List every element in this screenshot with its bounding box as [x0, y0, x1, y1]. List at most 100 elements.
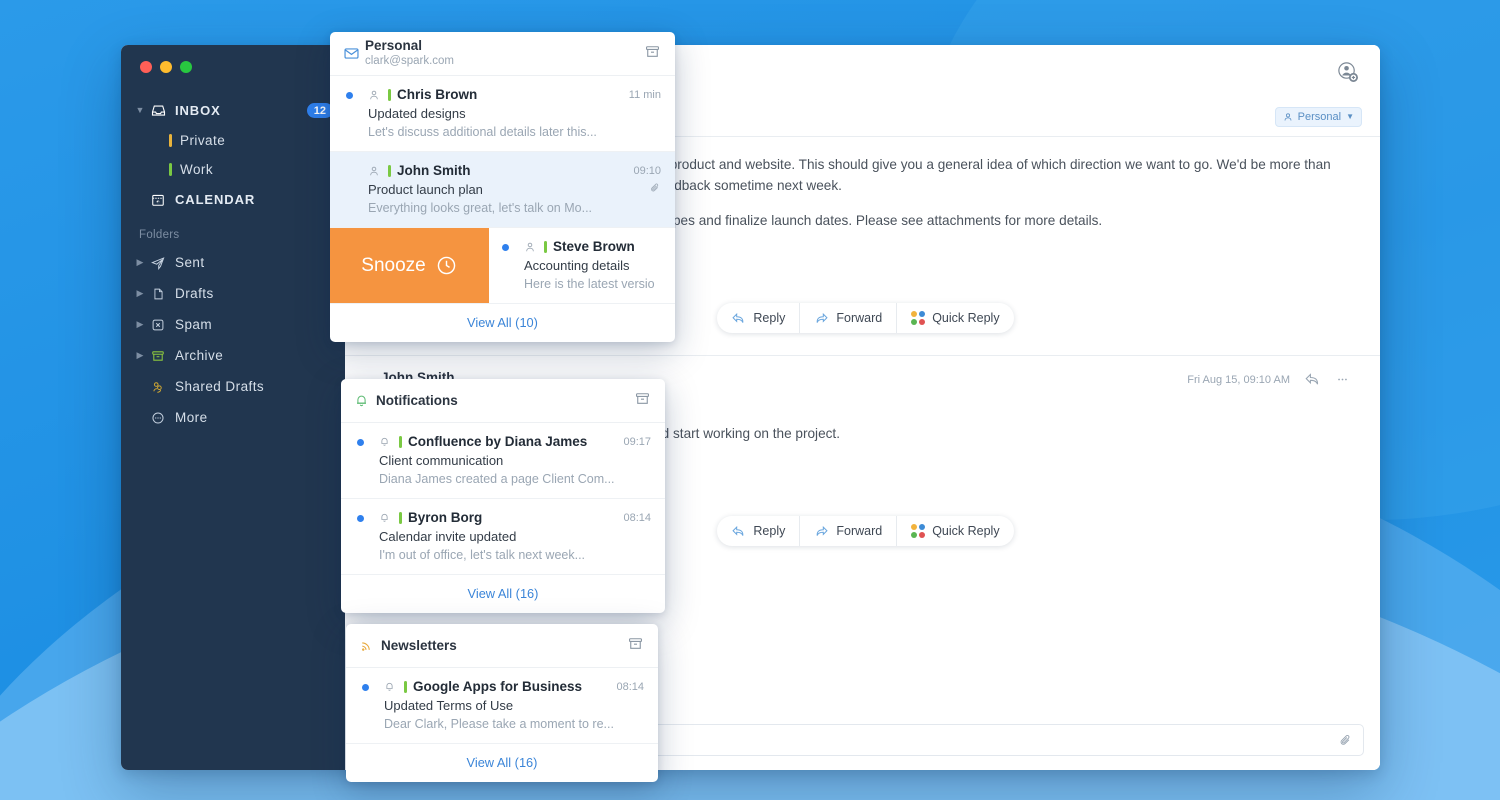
popover-newsletters: Newsletters Google Apps for Business 08:…: [346, 624, 658, 782]
calendar-icon: [147, 193, 169, 207]
window-controls[interactable]: [121, 45, 345, 73]
snooze-swipe-action[interactable]: Snooze: [330, 228, 489, 303]
forward-icon: [817, 312, 828, 323]
sidebar-item-label: INBOX: [175, 103, 221, 118]
sender-name: John Smith: [397, 163, 471, 178]
sidebar-item-work[interactable]: Work: [121, 155, 345, 184]
chevron-right-icon[interactable]: ▶: [133, 320, 147, 329]
list-item[interactable]: Byron Borg 08:14 Calendar invite updated…: [341, 498, 665, 574]
quick-reply-button[interactable]: Quick Reply: [896, 516, 1013, 547]
folders-section-title: Folders: [139, 229, 180, 241]
quick-reply-button[interactable]: Quick Reply: [896, 303, 1013, 334]
paperclip-icon: [649, 182, 661, 197]
archive-icon[interactable]: [627, 635, 644, 657]
quick-reply-label: Quick Reply: [932, 524, 1000, 539]
sidebar-item-inbox[interactable]: ▼ INBOX 12: [121, 95, 345, 126]
reply-icon: [732, 525, 744, 536]
subject-line: Calendar invite updated: [379, 529, 517, 544]
forward-label: Forward: [836, 311, 883, 326]
list-item-top-row: Byron Borg 08:14: [379, 510, 651, 525]
sidebar-item-shared-drafts[interactable]: Shared Drafts: [121, 371, 345, 402]
view-all-newsletters[interactable]: View All (16): [346, 743, 658, 782]
list-item[interactable]: Steve Brown Accounting details Here is t…: [330, 227, 675, 303]
quick-reply-icon: [911, 311, 926, 326]
list-item[interactable]: Chris Brown 11 min Updated designs Let's…: [330, 76, 675, 151]
unread-dot: [502, 244, 509, 251]
reply-icon[interactable]: [1304, 372, 1321, 387]
maximize-button[interactable]: [180, 61, 192, 73]
reply-icon: [732, 312, 744, 323]
popover-header: Personal clark@spark.com: [330, 32, 675, 76]
sidebar-item-private[interactable]: Private: [121, 126, 345, 155]
reply-button[interactable]: Reply: [717, 303, 799, 333]
person-icon: [1284, 112, 1292, 121]
sidebar: ▼ INBOX 12 Private Work CALENDAR Folders…: [121, 45, 345, 770]
sidebar-item-label: Private: [180, 133, 226, 148]
sidebar-item-label: Archive: [175, 348, 224, 363]
sender-name: Confluence by Diana James: [408, 434, 588, 449]
paperclip-icon[interactable]: [1338, 733, 1353, 748]
popover-title: Newsletters: [381, 638, 457, 653]
tag-icon: [399, 511, 402, 524]
bell-icon: [379, 436, 394, 447]
ellipsis-icon[interactable]: [1335, 372, 1350, 387]
subject-line: Updated Terms of Use: [384, 698, 514, 713]
sidebar-item-archive[interactable]: ▶ Archive: [121, 340, 345, 371]
unread-dot: [346, 92, 353, 99]
document-icon: [147, 287, 169, 301]
unread-dot: [357, 439, 364, 446]
view-all-personal[interactable]: View All (10): [330, 303, 675, 342]
more-circle-icon: [147, 411, 169, 425]
account-pill[interactable]: Personal ▼: [1274, 106, 1362, 127]
sidebar-item-sent[interactable]: ▶ Sent: [121, 247, 345, 278]
sidebar-item-more[interactable]: More: [121, 402, 345, 433]
bell-icon: [354, 393, 376, 408]
chevron-down-icon[interactable]: ▼: [133, 106, 147, 115]
bell-icon: [384, 681, 399, 692]
preview-text: Dear Clark, Please take a moment to re..…: [384, 717, 614, 731]
add-person-icon[interactable]: [1330, 54, 1364, 88]
timestamp: 08:14: [616, 680, 644, 693]
forward-button[interactable]: Forward: [799, 303, 896, 334]
unread-dot: [357, 515, 364, 522]
chevron-right-icon[interactable]: ▶: [133, 351, 147, 360]
tag-icon: [404, 680, 407, 693]
close-button[interactable]: [140, 61, 152, 73]
sidebar-item-label: CALENDAR: [175, 192, 256, 207]
popover-personal: Personal clark@spark.com Chris Brown 11 …: [330, 32, 675, 342]
archive-icon[interactable]: [644, 43, 661, 65]
sidebar-item-spam[interactable]: ▶ Spam: [121, 309, 345, 340]
popover-notifications: Notifications Confluence by Diana James …: [341, 379, 665, 613]
sidebar-item-label: Shared Drafts: [175, 379, 265, 394]
list-item[interactable]: Confluence by Diana James 09:17 Client c…: [341, 423, 665, 498]
reply-label: Reply: [753, 524, 786, 539]
sidebar-item-label: Work: [180, 162, 214, 177]
archive-icon[interactable]: [634, 390, 651, 412]
sidebar-item-calendar[interactable]: CALENDAR: [121, 184, 345, 215]
forward-label: Forward: [836, 524, 883, 539]
sidebar-nav: ▼ INBOX 12 Private Work CALENDAR Folders…: [121, 95, 345, 433]
timestamp: 09:17: [623, 435, 651, 448]
preview-text: Let's discuss additional details later t…: [368, 125, 597, 139]
forward-icon: [817, 525, 828, 536]
popover-header: Newsletters: [346, 624, 658, 668]
sender-name: Google Apps for Business: [413, 679, 583, 694]
list-item-top-row: Chris Brown 11 min: [368, 87, 661, 102]
message-meta: Fri Aug 15, 09:10 AM: [1187, 370, 1350, 387]
reply-button[interactable]: Reply: [717, 516, 799, 546]
sidebar-item-drafts[interactable]: ▶ Drafts: [121, 278, 345, 309]
chevron-right-icon[interactable]: ▶: [133, 258, 147, 267]
view-all-notifications[interactable]: View All (16): [341, 574, 665, 613]
chevron-right-icon[interactable]: ▶: [133, 289, 147, 298]
send-icon: [147, 256, 169, 270]
message-date: Fri Aug 15, 09:10 AM: [1187, 373, 1290, 386]
action-bar: Reply Forward Quick Reply: [717, 303, 1014, 334]
forward-button[interactable]: Forward: [799, 516, 896, 547]
list-item[interactable]: John Smith 09:10 Product launch plan Eve…: [330, 151, 675, 227]
minimize-button[interactable]: [160, 61, 172, 73]
chevron-down-icon[interactable]: ▼: [1346, 112, 1354, 121]
archive-icon: [147, 349, 169, 363]
list-item[interactable]: Google Apps for Business 08:14 Updated T…: [346, 668, 658, 743]
person-icon: [368, 89, 383, 101]
tag-icon: [399, 435, 402, 448]
